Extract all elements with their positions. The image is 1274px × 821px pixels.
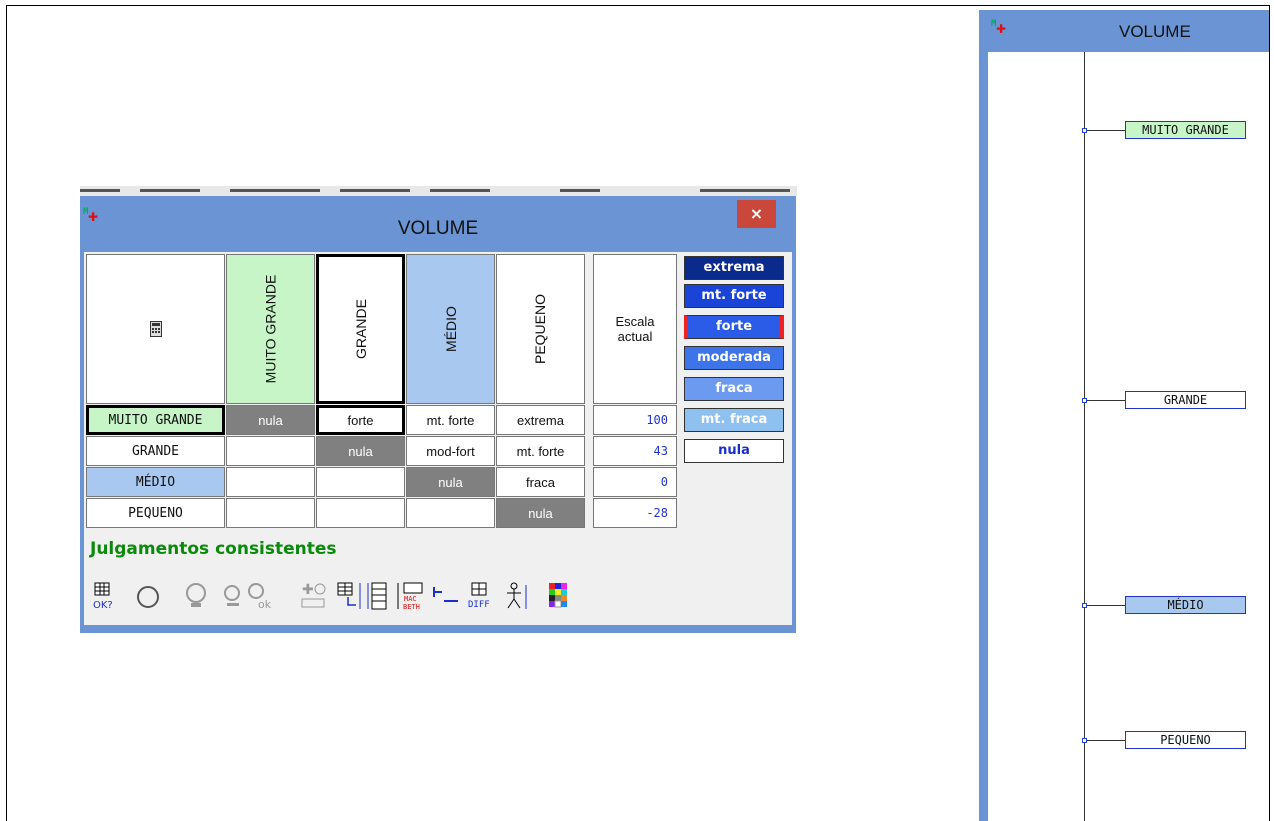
matrix-transpose-icon (337, 582, 361, 609)
color-palette-button[interactable] (546, 578, 574, 614)
matrix-cell[interactable]: extrema (496, 405, 585, 435)
column-header-label: PEQUENO (532, 293, 549, 365)
macbeth-button[interactable]: MAC BETH (396, 578, 424, 614)
column-header-medio[interactable]: MÉDIO (406, 254, 495, 404)
scale-value: 43 (593, 436, 677, 466)
column-header-muito-grande[interactable]: MUITO GRANDE (226, 254, 315, 404)
thermometer-scale-icon (367, 582, 387, 610)
scale-node-grande[interactable]: GRANDE (1125, 391, 1246, 409)
row-header-grande[interactable]: GRANDE (86, 436, 225, 466)
scale-value: -28 (593, 498, 677, 528)
scale-header: Escala actual (593, 254, 677, 404)
scale-value: 0 (593, 467, 677, 497)
window-title: VOLUME (397, 218, 479, 239)
matrix-cell[interactable] (226, 436, 315, 466)
matrix-cell[interactable] (226, 498, 315, 528)
lightbulb-small-button[interactable] (218, 578, 246, 614)
row-header-medio[interactable]: MÉDIO (86, 467, 225, 497)
color-palette-icon (549, 583, 567, 608)
scale-header-label: Escala actual (615, 314, 655, 344)
column-header-label: MUITO GRANDE (262, 274, 279, 384)
person-button[interactable] (504, 578, 532, 614)
scale-node-medio[interactable]: MÉDIO (1125, 596, 1246, 614)
matrix-cell[interactable]: nula (496, 498, 585, 528)
scale-forte[interactable]: forte (684, 315, 784, 339)
thermometer-scale-button[interactable] (366, 578, 394, 614)
row-header-pequeno[interactable]: PEQUENO (86, 498, 225, 528)
scale-moderada[interactable]: moderada (684, 346, 784, 370)
scale-mt-fraca[interactable]: mt. fraca (684, 408, 784, 432)
matrix-corner[interactable] (86, 254, 225, 404)
lightbulb-small-icon (224, 585, 240, 606)
side-window-title: VOLUME (1119, 22, 1191, 41)
scale-value: 100 (593, 405, 677, 435)
dialog-client: MUITO GRANDE GRANDE MÉDIO PEQUENO Escala… (84, 252, 792, 625)
matrix-cell[interactable]: forte (316, 405, 405, 435)
scale-axis-line (1084, 52, 1085, 821)
svg-text:BETH: BETH (403, 603, 420, 611)
scale-mt-forte[interactable]: mt. forte (684, 284, 784, 308)
matrix-cell[interactable]: nula (316, 436, 405, 466)
interval-button[interactable] (430, 578, 458, 614)
refresh-button[interactable] (134, 578, 162, 614)
svg-text:OK?: OK? (93, 600, 113, 611)
lightbulb-button[interactable] (182, 578, 210, 614)
column-header-grande[interactable]: GRANDE (316, 254, 405, 404)
matrix-cell[interactable]: mt. forte (406, 405, 495, 435)
svg-text:ok: ok (258, 598, 272, 611)
background-toolbar-strip (80, 186, 797, 196)
calculator-icon (149, 321, 162, 337)
volume-dialog: M ✚ VOLUME × MUITO GRANDE GRANDE MÉDIO PE… (80, 196, 796, 633)
scale-extrema[interactable]: extrema (684, 256, 784, 280)
scale-node-muito-grande[interactable]: MUITO GRANDE (1125, 121, 1246, 139)
matrix-cell[interactable]: mod-fort (406, 436, 495, 466)
matrix-cell[interactable]: mt. forte (496, 436, 585, 466)
close-button[interactable]: × (737, 200, 776, 228)
connector-line (1087, 740, 1125, 741)
status-message: Julgamentos consistentes (90, 539, 337, 559)
connector-line (1087, 605, 1125, 606)
column-header-pequeno[interactable]: PEQUENO (496, 254, 585, 404)
matrix-cell[interactable] (406, 498, 495, 528)
matrix-cell[interactable] (316, 498, 405, 528)
side-title-bar[interactable]: M ✚ VOLUME (979, 10, 1269, 52)
matrix-cell[interactable]: nula (406, 467, 495, 497)
column-header-label: GRANDE (352, 299, 369, 359)
consistency-check-button[interactable]: OK? (88, 578, 116, 614)
connector-line (1087, 130, 1125, 131)
title-bar[interactable]: M ✚ VOLUME × (80, 196, 796, 252)
scale-nula[interactable]: nula (684, 439, 784, 463)
svg-text:✚: ✚ (302, 582, 314, 598)
refresh-icon (137, 586, 159, 608)
frame-left (6, 5, 7, 821)
macbeth-icon: MACBETH (397, 582, 423, 611)
add-reference-button[interactable]: ✚ (300, 578, 328, 614)
lightbulb-ok-icon: ok (248, 583, 272, 611)
matrix-cell[interactable] (316, 467, 405, 497)
matrix-cell[interactable]: fraca (496, 467, 585, 497)
svg-text:DIFF: DIFF (468, 600, 490, 610)
app-icon: M ✚ (991, 19, 1007, 36)
lightbulb-icon (186, 583, 206, 607)
frame-top (6, 5, 1270, 6)
scale-canvas: MUITO GRANDE GRANDE MÉDIO PEQUENO (988, 52, 1269, 821)
matrix-cell[interactable]: nula (226, 405, 315, 435)
interval-icon (433, 587, 458, 602)
scale-fraca[interactable]: fraca (684, 377, 784, 401)
scale-node-pequeno[interactable]: PEQUENO (1125, 731, 1246, 749)
volume-scale-window: M ✚ VOLUME MUITO GRANDE GRANDE MÉDIO PEQU… (979, 10, 1269, 821)
person-icon (507, 582, 527, 609)
connector-line (1087, 400, 1125, 401)
diff-button[interactable]: DIFF (466, 578, 494, 614)
diff-icon: DIFF (468, 582, 490, 610)
frame-right (1269, 5, 1270, 821)
consistency-check-icon: OK? (93, 582, 113, 611)
add-reference-icon: ✚ (301, 582, 326, 608)
matrix-transpose-button[interactable] (336, 578, 364, 614)
svg-text:MAC: MAC (404, 595, 417, 603)
lightbulb-ok-button[interactable]: ok (246, 578, 274, 614)
row-header-muito-grande[interactable]: MUITO GRANDE (86, 405, 225, 435)
column-header-label: MÉDIO (442, 306, 459, 352)
matrix-cell[interactable] (226, 467, 315, 497)
